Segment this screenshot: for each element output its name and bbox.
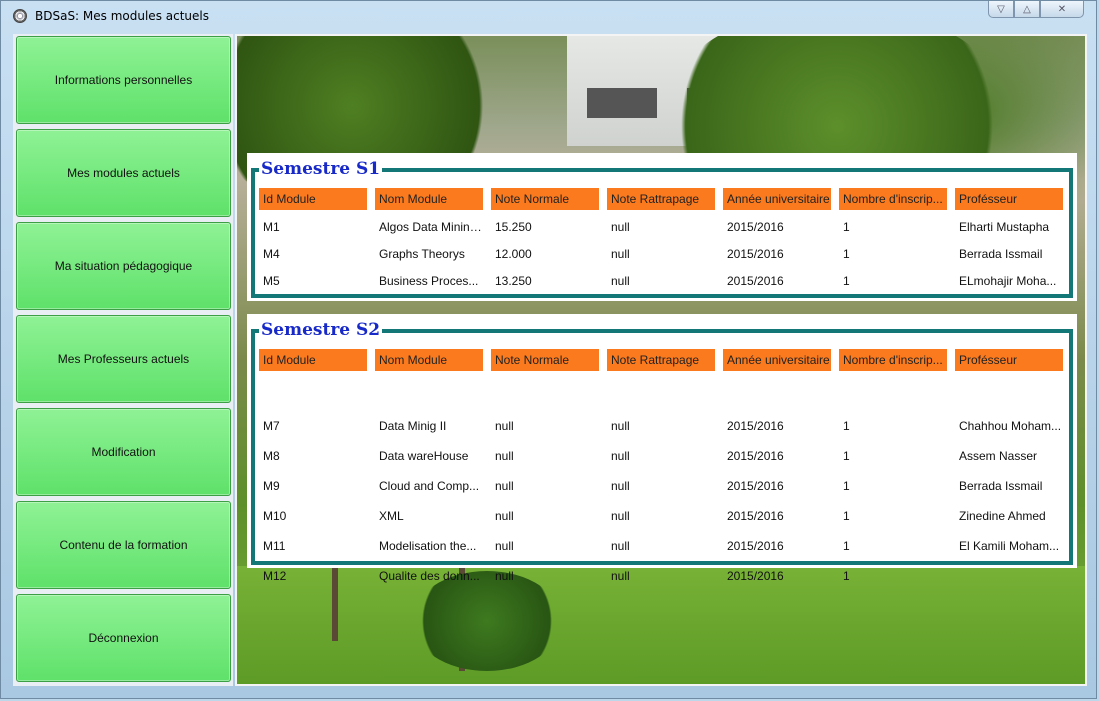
column-header-note-normale[interactable]: Note Normale xyxy=(491,188,599,210)
table-cell-professeur[interactable]: Assem Nasser xyxy=(955,447,1063,465)
nav-mes-modules-actuels-button[interactable]: Mes modules actuels xyxy=(16,129,231,217)
table-cell-annee[interactable]: 2015/2016 xyxy=(723,272,831,290)
table-cell-nombre-inscrits[interactable]: 1 xyxy=(839,537,947,555)
table-cell-professeur[interactable] xyxy=(955,567,1063,585)
app-window: BDSaS: Mes modules actuels ▽ △ ✕ Informa… xyxy=(0,0,1097,699)
table-cell-nom[interactable]: Algos Data Mining I xyxy=(375,218,483,236)
table-cell-id[interactable]: M1 xyxy=(259,218,367,236)
table-cell-nom[interactable]: Qualite des donn... xyxy=(375,567,483,585)
table-cell-id[interactable]: M7 xyxy=(259,417,367,435)
table-cell-professeur[interactable]: Zinedine Ahmed xyxy=(955,507,1063,525)
table-cell-annee[interactable]: 2015/2016 xyxy=(723,245,831,263)
table-cell-nom[interactable]: Data Minig II xyxy=(375,417,483,435)
semestre-s1-panel: Semestre S1 Id Module Nom Module Note Norm… xyxy=(247,153,1077,301)
semestre-s2-title: Semestre S2 xyxy=(259,320,383,340)
table-cell-note-rattrapage[interactable]: null xyxy=(607,447,715,465)
table-cell-nombre-inscrits[interactable]: 1 xyxy=(839,567,947,585)
table-cell-annee[interactable]: 2015/2016 xyxy=(723,218,831,236)
minimize-button[interactable]: ▽ xyxy=(988,1,1014,18)
table-cell-annee[interactable]: 2015/2016 xyxy=(723,447,831,465)
column-header-annee[interactable]: Année universitaire xyxy=(723,188,831,210)
app-icon xyxy=(13,9,27,23)
table-cell-note-normale[interactable]: null xyxy=(491,477,599,495)
table-cell-nom[interactable]: Graphs Theorys xyxy=(375,245,483,263)
table-cell-note-rattrapage[interactable]: null xyxy=(607,477,715,495)
column-header-note-normale[interactable]: Note Normale xyxy=(491,349,599,371)
nav-mes-professeurs-actuels-button[interactable]: Mes Professeurs actuels xyxy=(16,315,231,403)
content-area: Semestre S1 Id Module Nom Module Note Norm… xyxy=(235,34,1087,686)
table-cell-note-normale[interactable]: null xyxy=(491,417,599,435)
column-header-nom[interactable]: Nom Module xyxy=(375,188,483,210)
table-cell-nombre-inscrits[interactable]: 1 xyxy=(839,218,947,236)
table-cell-note-normale[interactable]: null xyxy=(491,567,599,585)
table-cell-note-rattrapage[interactable]: null xyxy=(607,272,715,290)
column-header-nom[interactable]: Nom Module xyxy=(375,349,483,371)
window-title: BDSaS: Mes modules actuels xyxy=(35,9,209,23)
column-header-professeur[interactable]: Profésseur xyxy=(955,349,1063,371)
table-cell-professeur[interactable]: Berrada Issmail xyxy=(955,477,1063,495)
table-cell-note-normale[interactable]: null xyxy=(491,507,599,525)
table-cell-id[interactable]: M9 xyxy=(259,477,367,495)
window-controls: ▽ △ ✕ xyxy=(988,1,1084,18)
nav-contenu-formation-button[interactable]: Contenu de la formation xyxy=(16,501,231,589)
table-cell-professeur[interactable]: Chahhou Moham... xyxy=(955,417,1063,435)
table-cell-professeur[interactable]: ELmohajir Moha... xyxy=(955,272,1063,290)
table-cell-id[interactable]: M4 xyxy=(259,245,367,263)
table-cell-id[interactable]: M8 xyxy=(259,447,367,465)
maximize-button[interactable]: △ xyxy=(1014,1,1040,18)
column-header-note-rattrapage[interactable]: Note Rattrapage xyxy=(607,188,715,210)
background-photo-bush xyxy=(412,571,562,671)
column-header-id[interactable]: Id Module xyxy=(259,349,367,371)
column-header-nombre-inscrits[interactable]: Nombre d'inscrip... xyxy=(839,349,947,371)
table-cell-note-rattrapage[interactable]: null xyxy=(607,245,715,263)
column-header-professeur[interactable]: Profésseur xyxy=(955,188,1063,210)
nav-informations-personnelles-button[interactable]: Informations personnelles xyxy=(16,36,231,124)
table-cell-nom[interactable]: Modelisation the... xyxy=(375,537,483,555)
sidebar: Informations personnelles Mes modules ac… xyxy=(13,34,233,686)
table-cell-note-rattrapage[interactable]: null xyxy=(607,218,715,236)
table-cell-id[interactable]: M10 xyxy=(259,507,367,525)
table-cell-id[interactable]: M11 xyxy=(259,537,367,555)
table-cell-note-normale[interactable]: null xyxy=(491,447,599,465)
table-cell-note-normale[interactable]: 12.000 xyxy=(491,245,599,263)
table-cell-annee[interactable]: 2015/2016 xyxy=(723,507,831,525)
close-button[interactable]: ✕ xyxy=(1040,1,1084,18)
table-cell-professeur[interactable]: Berrada Issmail xyxy=(955,245,1063,263)
table-cell-nombre-inscrits[interactable]: 1 xyxy=(839,477,947,495)
table-cell-nom[interactable]: Business Proces... xyxy=(375,272,483,290)
table-cell-nombre-inscrits[interactable]: 1 xyxy=(839,272,947,290)
table-cell-note-rattrapage[interactable]: null xyxy=(607,507,715,525)
column-header-annee[interactable]: Année universitaire xyxy=(723,349,831,371)
table-cell-note-normale[interactable]: 13.250 xyxy=(491,272,599,290)
column-header-id[interactable]: Id Module xyxy=(259,188,367,210)
table-cell-note-rattrapage[interactable]: null xyxy=(607,537,715,555)
table-cell-professeur[interactable]: El Kamili Moham... xyxy=(955,537,1063,555)
table-cell-id[interactable]: M12 xyxy=(259,567,367,585)
table-cell-annee[interactable]: 2015/2016 xyxy=(723,477,831,495)
table-cell-nombre-inscrits[interactable]: 1 xyxy=(839,507,947,525)
semestre-s1-title: Semestre S1 xyxy=(259,159,383,179)
table-cell-id[interactable]: M5 xyxy=(259,272,367,290)
nav-deconnexion-button[interactable]: Déconnexion xyxy=(16,594,231,682)
table-cell-annee[interactable]: 2015/2016 xyxy=(723,417,831,435)
table-cell-annee[interactable]: 2015/2016 xyxy=(723,567,831,585)
table-cell-nombre-inscrits[interactable]: 1 xyxy=(839,245,947,263)
table-cell-nom[interactable]: XML xyxy=(375,507,483,525)
table-cell-professeur[interactable]: Elharti Mustapha xyxy=(955,218,1063,236)
table-cell-note-rattrapage[interactable]: null xyxy=(607,567,715,585)
table-cell-nom[interactable]: Cloud and Comp... xyxy=(375,477,483,495)
semestre-s2-panel: Semestre S2 Id Module Nom Module Note Norm… xyxy=(247,314,1077,583)
table-cell-annee[interactable]: 2015/2016 xyxy=(723,537,831,555)
column-header-note-rattrapage[interactable]: Note Rattrapage xyxy=(607,349,715,371)
nav-ma-situation-pedagogique-button[interactable]: Ma situation pédagogique xyxy=(16,222,231,310)
column-header-nombre-inscrits[interactable]: Nombre d'inscrip... xyxy=(839,188,947,210)
table-cell-nombre-inscrits[interactable]: 1 xyxy=(839,417,947,435)
table-cell-nom[interactable]: Data wareHouse xyxy=(375,447,483,465)
table-cell-nombre-inscrits[interactable]: 1 xyxy=(839,447,947,465)
table-cell-note-normale[interactable]: 15.250 xyxy=(491,218,599,236)
nav-modification-button[interactable]: Modification xyxy=(16,408,231,496)
title-bar: BDSaS: Mes modules actuels ▽ △ ✕ xyxy=(1,1,1096,33)
table-cell-note-normale[interactable]: null xyxy=(491,537,599,555)
table-cell-note-rattrapage[interactable]: null xyxy=(607,417,715,435)
